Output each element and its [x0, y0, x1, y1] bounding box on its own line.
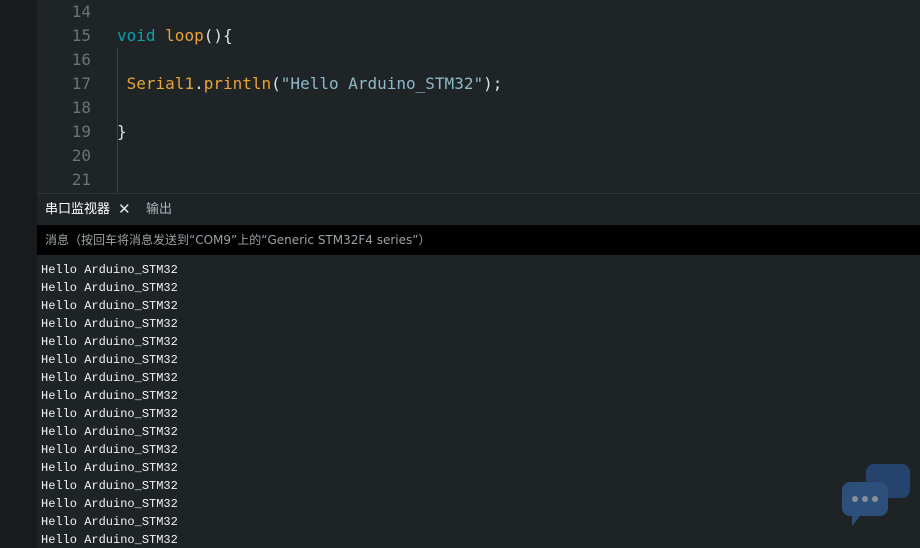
code-line: 16 [37, 48, 920, 72]
code-token: void [117, 26, 156, 45]
code-token: ); [483, 74, 503, 93]
code-token: loop [165, 26, 204, 45]
code-token: Serial1 [126, 74, 195, 93]
code-line: 19} [37, 120, 920, 144]
line-number: 17 [71, 74, 91, 93]
serial-output-line: Hello Arduino_STM32 [41, 335, 178, 349]
code-token: (){ [203, 26, 233, 45]
code-editor[interactable]: 14 15 void loop(){ 16 17 Serial1.println("He… [37, 0, 920, 193]
tab-serial-monitor[interactable]: 串口监视器 [45, 194, 110, 225]
serial-output-line: Hello Arduino_STM32 [41, 353, 178, 367]
code-line: 18 [37, 96, 920, 120]
serial-output-line: Hello Arduino_STM32 [41, 533, 178, 547]
line-number: 21 [71, 170, 91, 189]
line-number: 19 [71, 122, 91, 141]
line-number: 14 [71, 2, 91, 21]
serial-output: Hello Arduino_STM32 Hello Arduino_STM32 He… [37, 255, 920, 548]
serial-output-line: Hello Arduino_STM32 [41, 479, 178, 493]
code-line: 15 void loop(){ [37, 24, 920, 48]
tab-output[interactable]: 输出 [146, 194, 172, 225]
code-token: ( [271, 74, 281, 93]
serial-output-line: Hello Arduino_STM32 [41, 497, 178, 511]
serial-output-line: Hello Arduino_STM32 [41, 281, 178, 295]
message-bar [37, 225, 920, 255]
serial-output-line: Hello Arduino_STM32 [41, 299, 178, 313]
serial-output-line: Hello Arduino_STM32 [41, 371, 178, 385]
code-line: 17 Serial1.println("Hello Arduino_STM32"… [37, 72, 920, 96]
serial-output-line: Hello Arduino_STM32 [41, 263, 178, 277]
code-line: 21 [37, 168, 920, 192]
ide-window: 14 15 void loop(){ 16 17 Serial1.println("He… [0, 0, 920, 548]
code-line: 14 [37, 0, 920, 24]
close-icon[interactable]: ✕ [118, 194, 131, 225]
chat-bubbles-icon[interactable] [838, 462, 914, 540]
code-token: "Hello Arduino_STM32" [280, 74, 484, 93]
serial-output-line: Hello Arduino_STM32 [41, 407, 178, 421]
serial-output-line: Hello Arduino_STM32 [41, 443, 178, 457]
serial-output-line: Hello Arduino_STM32 [41, 317, 178, 331]
code-token: println [203, 74, 272, 93]
line-number: 16 [71, 50, 91, 69]
line-number: 18 [71, 98, 91, 117]
line-number: 20 [71, 146, 91, 165]
code-text: Serial1.println("Hello Arduino_STM32"); [117, 72, 503, 96]
serial-message-input[interactable] [41, 225, 919, 255]
serial-output-line: Hello Arduino_STM32 [41, 461, 178, 475]
code-token: . [194, 74, 204, 93]
code-text: void loop(){ [117, 24, 233, 48]
activity-bar [0, 0, 37, 548]
code-line: 20 [37, 144, 920, 168]
serial-output-line: Hello Arduino_STM32 [41, 389, 178, 403]
bottom-panel-tabs: 串口监视器 ✕ 输出 [37, 193, 920, 225]
serial-output-line: Hello Arduino_STM32 [41, 515, 178, 529]
serial-output-line: Hello Arduino_STM32 [41, 425, 178, 439]
code-text: } [117, 120, 127, 144]
code-token: } [117, 122, 127, 141]
line-number: 15 [71, 26, 91, 45]
